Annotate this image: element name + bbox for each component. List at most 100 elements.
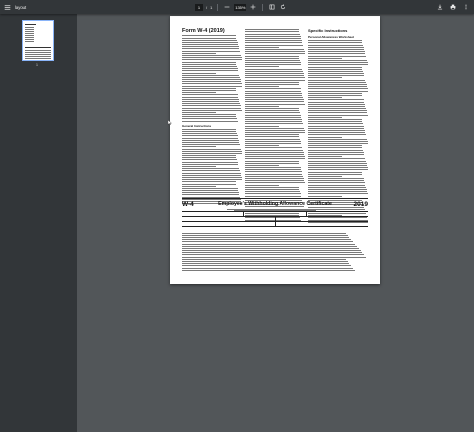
text-line	[308, 77, 342, 79]
thumbnail-page-number: 1	[36, 63, 38, 67]
text-line	[308, 178, 364, 179]
thumb-line	[25, 56, 51, 57]
text-line	[245, 132, 306, 133]
text-line	[182, 252, 363, 254]
text-line	[245, 134, 299, 136]
text-line	[182, 87, 236, 89]
w4-cell	[182, 222, 276, 227]
w4-row	[182, 226, 368, 231]
fit-page-icon[interactable]	[268, 3, 276, 11]
text-line	[182, 68, 238, 70]
print-icon[interactable]	[449, 3, 457, 11]
text-line	[308, 90, 369, 92]
text-line	[245, 40, 302, 42]
text-line	[245, 143, 302, 144]
text-line	[308, 42, 363, 44]
w4-cell	[276, 222, 369, 226]
rotate-icon[interactable]	[279, 3, 287, 11]
text-line	[308, 81, 366, 83]
page-number-input[interactable]: 1	[195, 3, 203, 11]
document-viewer[interactable]: Form W-4 (2019) General Instructions Spe…	[77, 14, 474, 432]
text-line	[182, 70, 239, 72]
text-line	[182, 187, 238, 189]
text-line	[245, 110, 300, 112]
page-thumbnail[interactable]	[22, 20, 54, 61]
text-line	[245, 182, 305, 184]
thumb-line	[25, 37, 34, 38]
text-line	[182, 185, 216, 187]
text-line	[308, 103, 365, 105]
text-line	[245, 29, 299, 31]
text-line	[182, 79, 241, 80]
text-line	[182, 114, 236, 115]
text-line	[182, 41, 238, 43]
download-icon[interactable]	[436, 3, 444, 11]
zoom-input[interactable]: 135%	[234, 3, 247, 11]
text-line	[308, 140, 368, 142]
text-line	[245, 86, 279, 88]
more-vert-icon[interactable]	[462, 3, 470, 11]
text-line	[245, 127, 305, 129]
text-line	[308, 62, 368, 64]
text-line	[245, 162, 300, 164]
text-line	[182, 133, 237, 135]
w4-row	[182, 216, 368, 222]
text-line	[182, 176, 242, 178]
w4-cell	[307, 212, 368, 216]
text-line	[182, 85, 243, 87]
text-line	[182, 100, 240, 102]
text-line	[245, 48, 305, 50]
text-line	[245, 123, 303, 125]
text-line	[245, 193, 301, 195]
text-line	[245, 184, 279, 186]
text-line	[245, 46, 279, 48]
w4-cell	[182, 227, 368, 231]
plus-icon[interactable]	[249, 3, 257, 11]
thumb-line	[25, 52, 51, 53]
text-line	[182, 72, 216, 74]
text-line	[182, 152, 243, 154]
text-line	[182, 174, 242, 176]
minus-icon[interactable]	[223, 3, 231, 11]
text-line	[182, 168, 240, 170]
text-line	[245, 66, 279, 68]
text-line	[182, 65, 237, 67]
text-line	[245, 64, 302, 66]
text-line	[182, 61, 236, 63]
text-line	[182, 109, 242, 111]
text-line	[182, 105, 241, 107]
text-line	[245, 83, 300, 85]
text-line	[245, 51, 305, 53]
text-line	[245, 90, 302, 92]
text-line	[182, 55, 242, 56]
text-line	[182, 63, 237, 65]
text-line	[245, 153, 305, 155]
thumb-line	[25, 24, 36, 26]
text-line	[308, 44, 363, 46]
page-separator: /	[206, 4, 208, 10]
text-line	[308, 64, 369, 66]
text-line	[308, 70, 363, 72]
text-line	[308, 112, 368, 114]
text-line	[182, 265, 352, 267]
text-line	[308, 114, 368, 116]
text-line	[308, 86, 368, 88]
text-line	[182, 120, 238, 122]
menu-icon[interactable]	[0, 0, 14, 14]
text-line	[182, 146, 216, 148]
document-title: layout	[15, 4, 27, 10]
text-line	[182, 135, 238, 137]
text-line	[245, 195, 302, 197]
text-line	[245, 31, 300, 33]
column-right: Specific Instructions Personal Allowance…	[308, 28, 369, 223]
thumb-line	[25, 29, 34, 30]
text-line	[245, 33, 300, 35]
text-line	[182, 118, 237, 120]
text-line	[182, 139, 239, 141]
w4-title: Employee's Withholding Allowance Certifi…	[218, 201, 332, 207]
toolbar-divider	[262, 3, 264, 11]
w4-form-label: W-4	[182, 201, 206, 208]
text-line	[308, 53, 366, 55]
text-line	[245, 97, 303, 98]
text-line	[308, 158, 366, 160]
